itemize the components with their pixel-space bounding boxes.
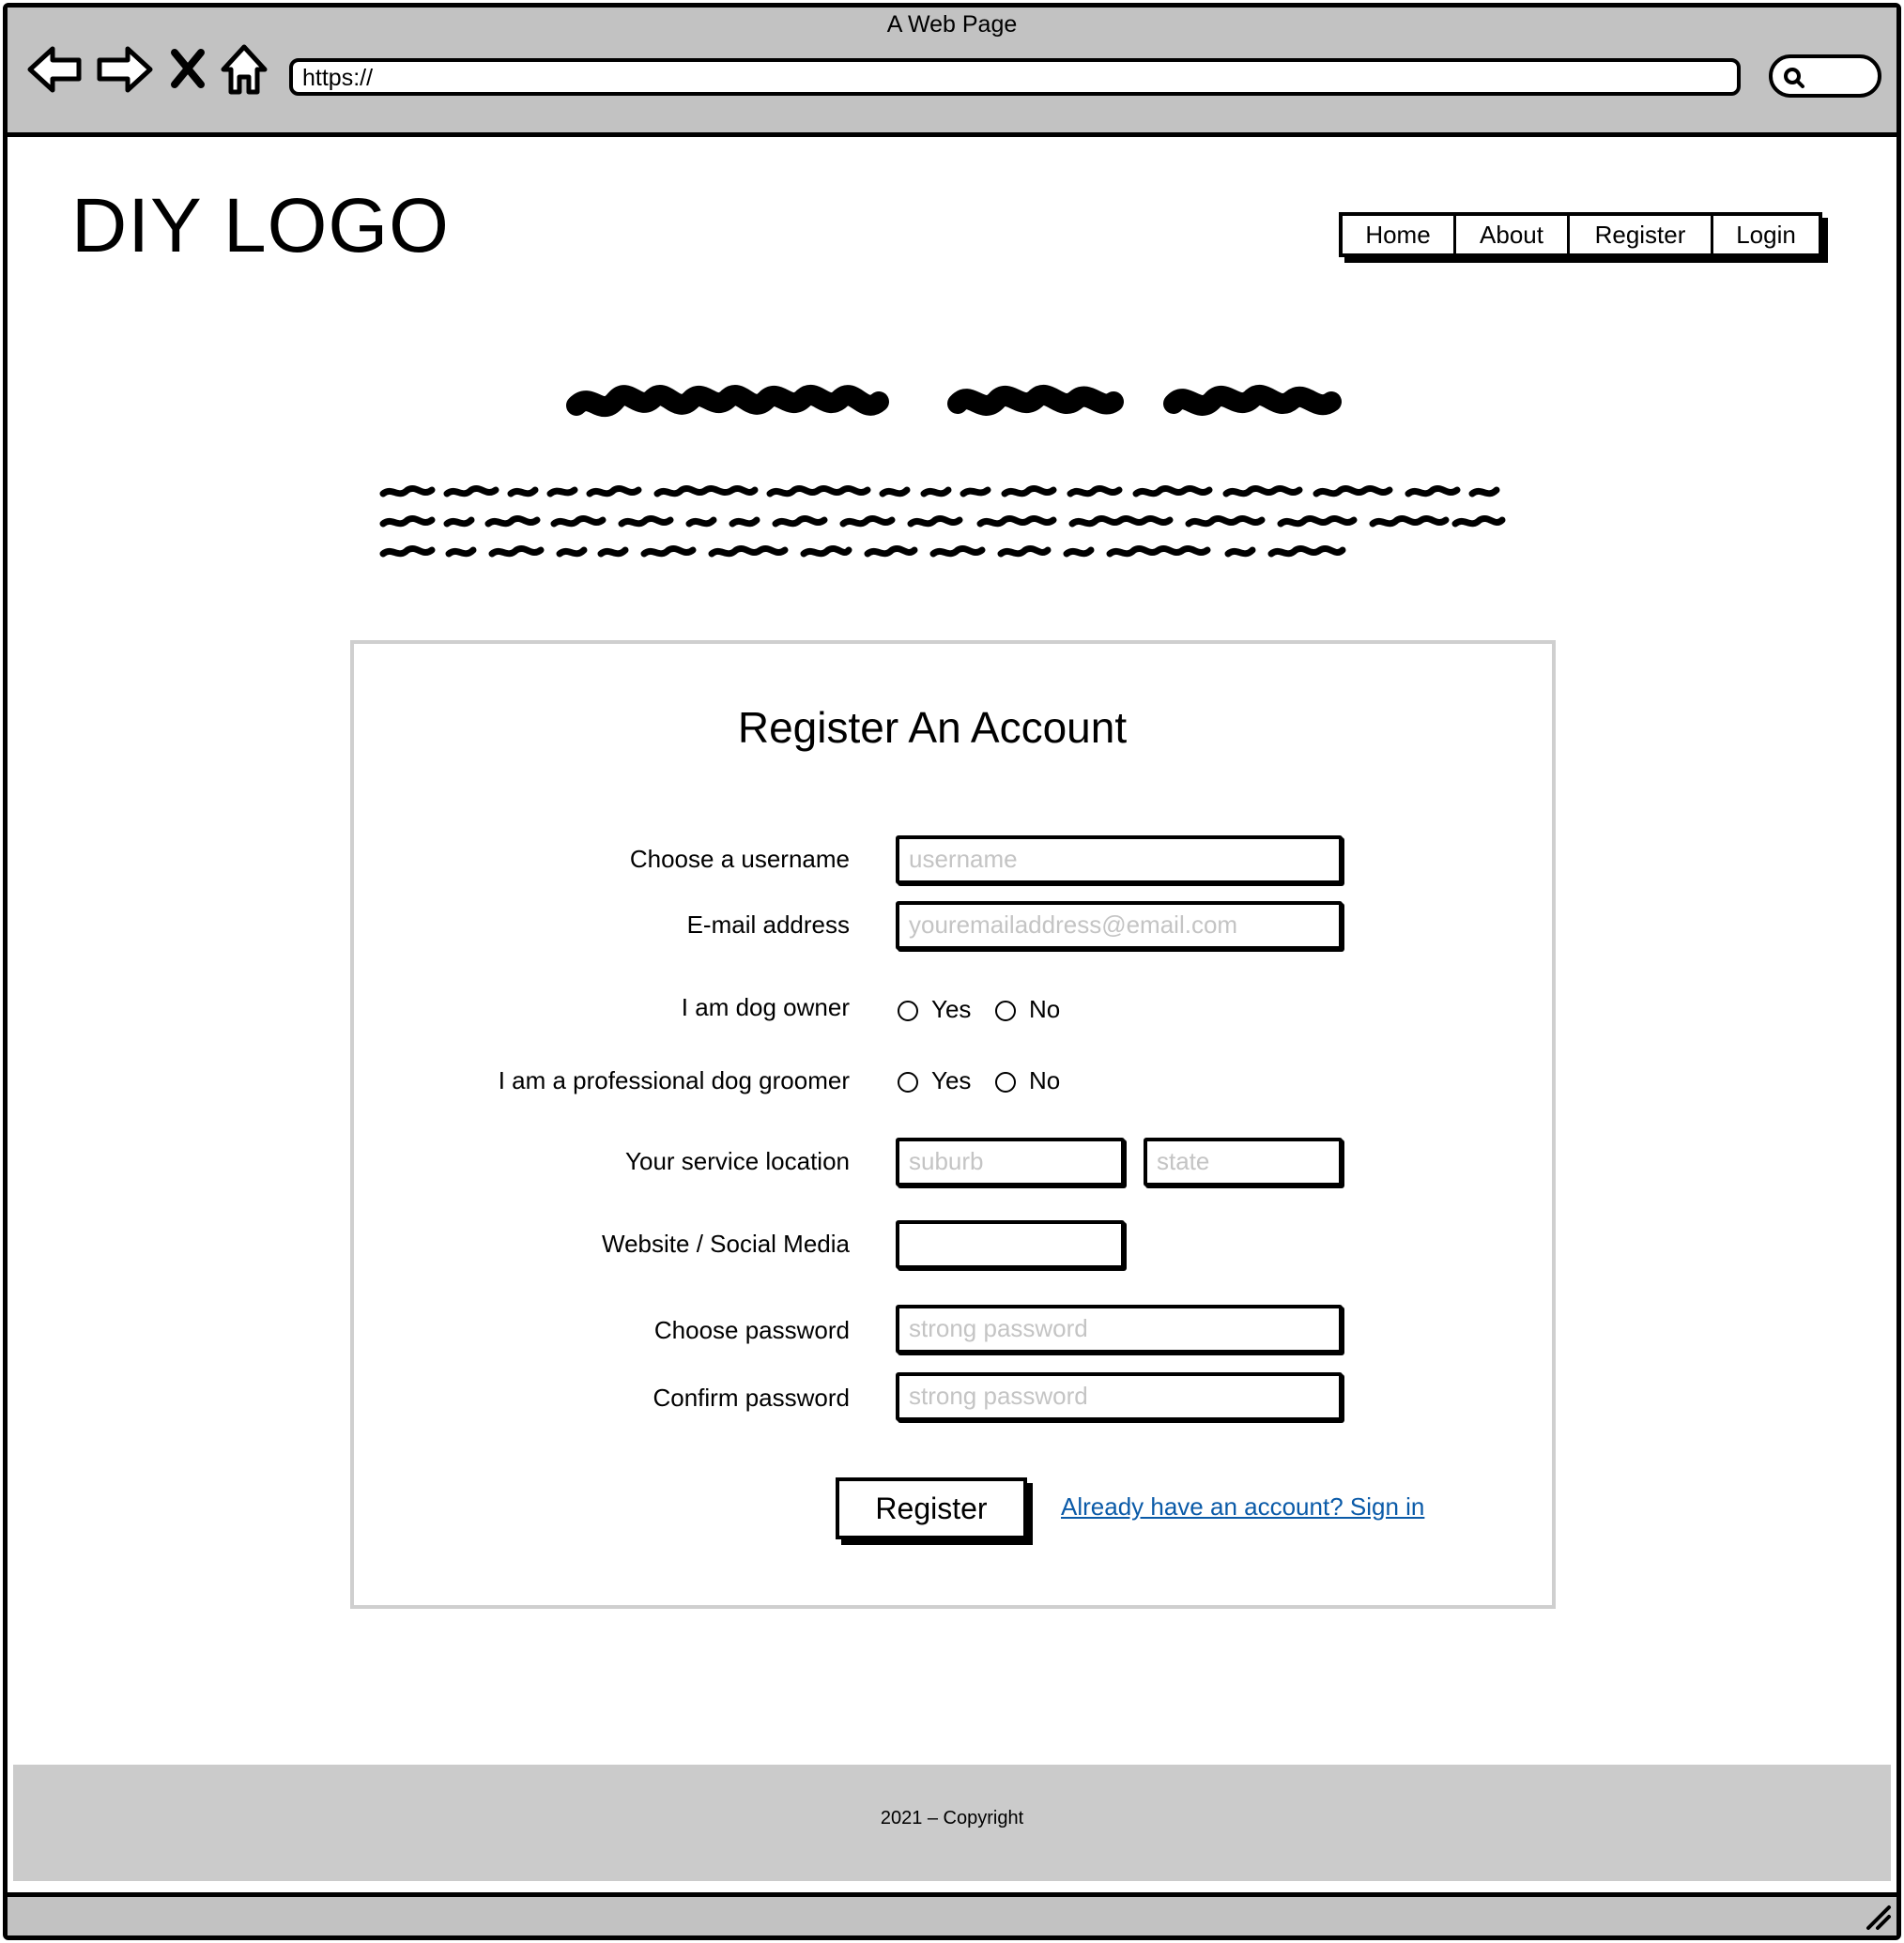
signin-link[interactable]: Already have an account? Sign in xyxy=(1061,1492,1424,1522)
form-title: Register An Account xyxy=(737,703,1128,752)
main-nav: Home About Register Login xyxy=(1339,212,1822,257)
nav-register[interactable]: Register xyxy=(1570,216,1713,253)
groomer-no-label: No xyxy=(1029,1066,1061,1094)
browser-search-box[interactable] xyxy=(1769,54,1881,98)
nav-home[interactable]: Home xyxy=(1343,216,1456,253)
dog-owner-label: I am dog owner xyxy=(681,993,850,1021)
dog-owner-yes-label: Yes xyxy=(931,995,972,1023)
email-input[interactable]: youremailaddress@email.com xyxy=(896,901,1343,950)
groomer-no-radio[interactable] xyxy=(995,1072,1016,1093)
dog-owner-yes-radio[interactable] xyxy=(898,1001,918,1021)
copyright-text: 2021 – Copyright xyxy=(880,1808,1024,1828)
scribbled-heading xyxy=(566,385,1342,417)
groomer-yes-label: Yes xyxy=(931,1066,972,1094)
forward-arrow-icon[interactable] xyxy=(94,43,154,96)
window-title: A Web Page xyxy=(886,11,1018,38)
location-label: Your service location xyxy=(625,1147,850,1175)
browser-status-bar xyxy=(8,1892,1896,1935)
website-input[interactable] xyxy=(896,1220,1125,1269)
site-logo[interactable]: DIY LOGO xyxy=(71,188,450,265)
username-input[interactable]: username xyxy=(896,835,1343,884)
password-input[interactable]: strong password xyxy=(896,1305,1343,1354)
state-input[interactable]: state xyxy=(1144,1138,1343,1186)
groomer-label: I am a professional dog groomer xyxy=(498,1066,850,1094)
resize-grip-icon[interactable] xyxy=(1865,1904,1893,1930)
website-label: Website / Social Media xyxy=(602,1230,850,1258)
scribbled-paragraph xyxy=(379,485,1506,558)
register-button[interactable]: Register xyxy=(836,1477,1027,1539)
nav-about[interactable]: About xyxy=(1456,216,1570,253)
dog-owner-no-radio[interactable] xyxy=(995,1001,1016,1021)
confirm-password-input[interactable]: strong password xyxy=(896,1372,1343,1421)
suburb-input[interactable]: suburb xyxy=(896,1138,1125,1186)
groomer-yes-radio[interactable] xyxy=(898,1072,918,1093)
confirm-password-label: Confirm password xyxy=(653,1384,850,1412)
registration-panel xyxy=(350,640,1556,1609)
home-icon[interactable] xyxy=(220,43,269,96)
search-icon xyxy=(1784,68,1804,88)
address-bar[interactable]: https:// xyxy=(289,58,1741,96)
username-label: Choose a username xyxy=(629,845,850,873)
nav-login[interactable]: Login xyxy=(1713,216,1819,253)
email-label: E-mail address xyxy=(686,910,850,939)
dog-owner-no-label: No xyxy=(1029,995,1061,1023)
password-label: Choose password xyxy=(653,1316,850,1344)
stop-icon[interactable] xyxy=(169,43,207,96)
back-arrow-icon[interactable] xyxy=(26,43,84,96)
